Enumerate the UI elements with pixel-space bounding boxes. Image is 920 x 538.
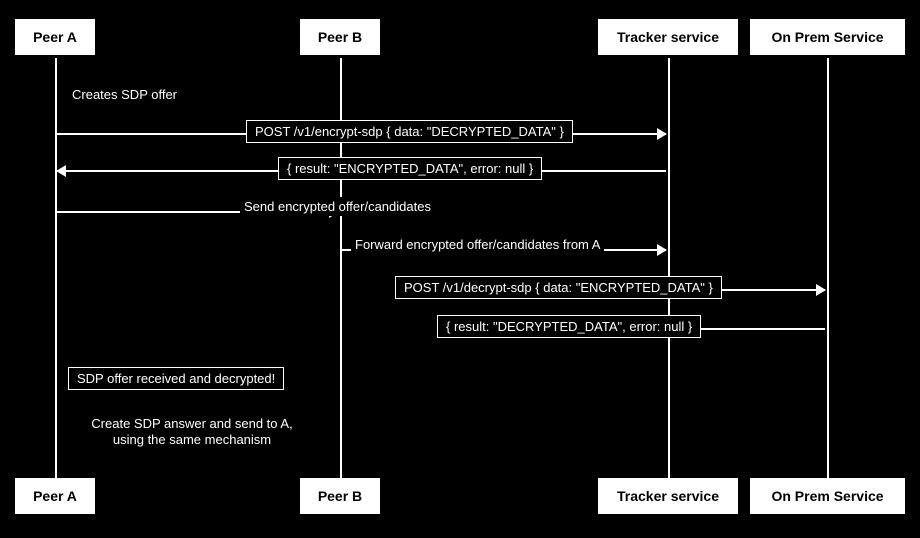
send-encrypted-label: Send encrypted offer/candidates (240, 197, 435, 216)
result-encrypt-label: { result: "ENCRYPTED_DATA", error: null … (278, 157, 542, 180)
sdp-received-label: SDP offer received and decrypted! (68, 367, 284, 390)
lifeline-tracker (668, 58, 670, 478)
actor-tracker-top: Tracker service (598, 19, 738, 55)
actor-peer-b-bottom: Peer B (300, 478, 380, 514)
actor-tracker-bottom: Tracker service (598, 478, 738, 514)
actor-peer-a-top: Peer A (15, 19, 95, 55)
using-mechanism-label: using the same mechanism (62, 430, 322, 449)
post-encrypt-label: POST /v1/encrypt-sdp { data: "DECRYPTED_… (246, 120, 573, 143)
creates-sdp-label: Creates SDP offer (68, 85, 181, 104)
lifeline-onprem (827, 58, 829, 478)
sequence-diagram: Peer A Peer B Tracker service On Prem Se… (0, 0, 920, 538)
actor-onprem-top: On Prem Service (750, 19, 905, 55)
post-decrypt-label: POST /v1/decrypt-sdp { data: "ENCRYPTED_… (395, 276, 722, 299)
result-decrypt-label: { result: "DECRYPTED_DATA", error: null … (437, 315, 701, 338)
lifeline-peer-a (55, 58, 57, 478)
actor-onprem-bottom: On Prem Service (750, 478, 905, 514)
forward-encrypted-label: Forward encrypted offer/candidates from … (351, 235, 604, 254)
actor-peer-b-top: Peer B (300, 19, 380, 55)
actor-peer-a-bottom: Peer A (15, 478, 95, 514)
